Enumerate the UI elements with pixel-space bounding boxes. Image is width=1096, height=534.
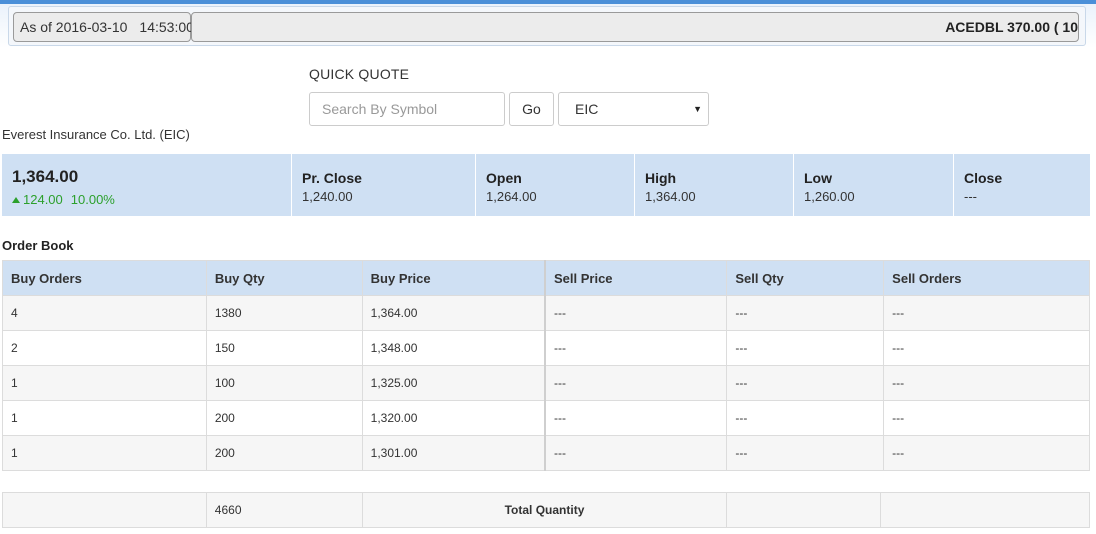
table-cell: ---: [726, 295, 885, 331]
table-cell: ---: [544, 365, 728, 401]
table-cell: ---: [883, 330, 1090, 366]
table-cell: ---: [883, 365, 1090, 401]
price-summary: 1,364.00 124.00 10.00% Pr. Close 1,240.00…: [2, 154, 1090, 216]
table-cell: 2: [2, 330, 207, 366]
change-amount: 124.00: [23, 192, 63, 207]
price-change: 124.00 10.00%: [12, 192, 281, 207]
last-price: 1,364.00: [12, 167, 79, 186]
column-header: Sell Price: [544, 260, 728, 296]
table-cell: ---: [726, 330, 885, 366]
column-header: Buy Qty: [205, 260, 363, 296]
table-cell: 150: [205, 330, 363, 366]
table-cell: 200: [205, 435, 363, 471]
stat-label: Low: [804, 170, 832, 186]
order-book-totals: 4660 Total Quantity: [2, 492, 1090, 528]
caret-down-icon: ▼: [693, 104, 702, 114]
table-cell: ---: [544, 435, 728, 471]
symbol-select-value: EIC: [575, 101, 599, 117]
as-of-time: 14:53:00: [139, 19, 194, 35]
table-header-row: Buy Orders Buy Qty Buy Price Sell Price …: [2, 260, 1090, 296]
table-cell: 1: [2, 435, 207, 471]
stat-value: 1,264.00: [486, 189, 537, 204]
totals-empty-cell: [2, 492, 207, 528]
total-quantity-label: Total Quantity: [361, 492, 728, 528]
stat-value: 1,260.00: [804, 189, 855, 204]
table-cell: 1,320.00: [361, 400, 546, 436]
company-name: Everest Insurance Co. Ltd. (EIC): [2, 127, 190, 142]
totals-row: 4660 Total Quantity: [2, 492, 1090, 528]
table-cell: 1380: [205, 295, 363, 331]
totals-empty-cell: [726, 492, 882, 528]
top-bar: As of 2016-03-10 14:53:00 ACEDBL 370.00 (…: [0, 0, 1096, 48]
column-header: Sell Orders: [883, 260, 1090, 296]
table-cell: ---: [726, 400, 885, 436]
order-book-title: Order Book: [2, 238, 74, 253]
as-of-date: As of 2016-03-10: [20, 19, 128, 35]
table-cell: 1,325.00: [361, 365, 546, 401]
triangle-up-icon: [12, 197, 20, 203]
change-percent: 10.00%: [70, 192, 115, 207]
table-cell: ---: [544, 295, 728, 331]
symbol-select[interactable]: EIC ▼: [558, 92, 709, 126]
ticker-strip: As of 2016-03-10 14:53:00 ACEDBL 370.00 (…: [8, 6, 1086, 46]
stat-open: Open 1,264.00: [476, 154, 635, 216]
table-cell: 1: [2, 365, 207, 401]
ticker-text: ACEDBL 370.00 ( 10: [945, 19, 1078, 35]
total-buy-qty: 4660: [205, 492, 363, 528]
table-cell: ---: [544, 330, 728, 366]
table-cell: 1,301.00: [361, 435, 546, 471]
market-ticker[interactable]: ACEDBL 370.00 ( 10: [191, 12, 1079, 42]
last-price-cell: 1,364.00 124.00 10.00%: [2, 154, 292, 216]
table-cell: ---: [726, 365, 885, 401]
table-cell: ---: [726, 435, 885, 471]
table-row: 1 200 1,301.00 --- --- ---: [2, 435, 1090, 471]
stat-label: Close: [964, 170, 1003, 186]
stat-low: Low 1,260.00: [794, 154, 954, 216]
stat-close: Close ---: [954, 154, 1090, 216]
table-cell: 1,348.00: [361, 330, 546, 366]
as-of-timestamp: As of 2016-03-10 14:53:00: [13, 12, 194, 42]
table-cell: 4: [2, 295, 207, 331]
table-cell: ---: [883, 295, 1090, 331]
stat-value: 1,364.00: [645, 189, 696, 204]
table-cell: 200: [205, 400, 363, 436]
symbol-search-input[interactable]: [309, 92, 505, 126]
table-cell: ---: [883, 400, 1090, 436]
stat-label: Open: [486, 170, 522, 186]
table-cell: 100: [205, 365, 363, 401]
stat-value: ---: [964, 189, 977, 204]
stat-label: High: [645, 170, 677, 186]
order-book-table: Buy Orders Buy Qty Buy Price Sell Price …: [2, 260, 1090, 471]
go-button[interactable]: Go: [509, 92, 554, 126]
stat-high: High 1,364.00: [635, 154, 794, 216]
table-row: 4 1380 1,364.00 --- --- ---: [2, 295, 1090, 331]
table-cell: ---: [883, 435, 1090, 471]
column-header: Buy Price: [361, 260, 546, 296]
table-row: 2 150 1,348.00 --- --- ---: [2, 330, 1090, 366]
table-cell: ---: [544, 400, 728, 436]
column-header: Buy Orders: [2, 260, 207, 296]
stat-value: 1,240.00: [302, 189, 353, 204]
quick-quote-title: QUICK QUOTE: [309, 66, 410, 82]
table-cell: 1: [2, 400, 207, 436]
table-row: 1 200 1,320.00 --- --- ---: [2, 400, 1090, 436]
stat-label: Pr. Close: [302, 170, 362, 186]
table-cell: 1,364.00: [361, 295, 546, 331]
table-row: 1 100 1,325.00 --- --- ---: [2, 365, 1090, 401]
column-header: Sell Qty: [726, 260, 885, 296]
totals-empty-cell: [880, 492, 1090, 528]
stat-prev-close: Pr. Close 1,240.00: [292, 154, 476, 216]
